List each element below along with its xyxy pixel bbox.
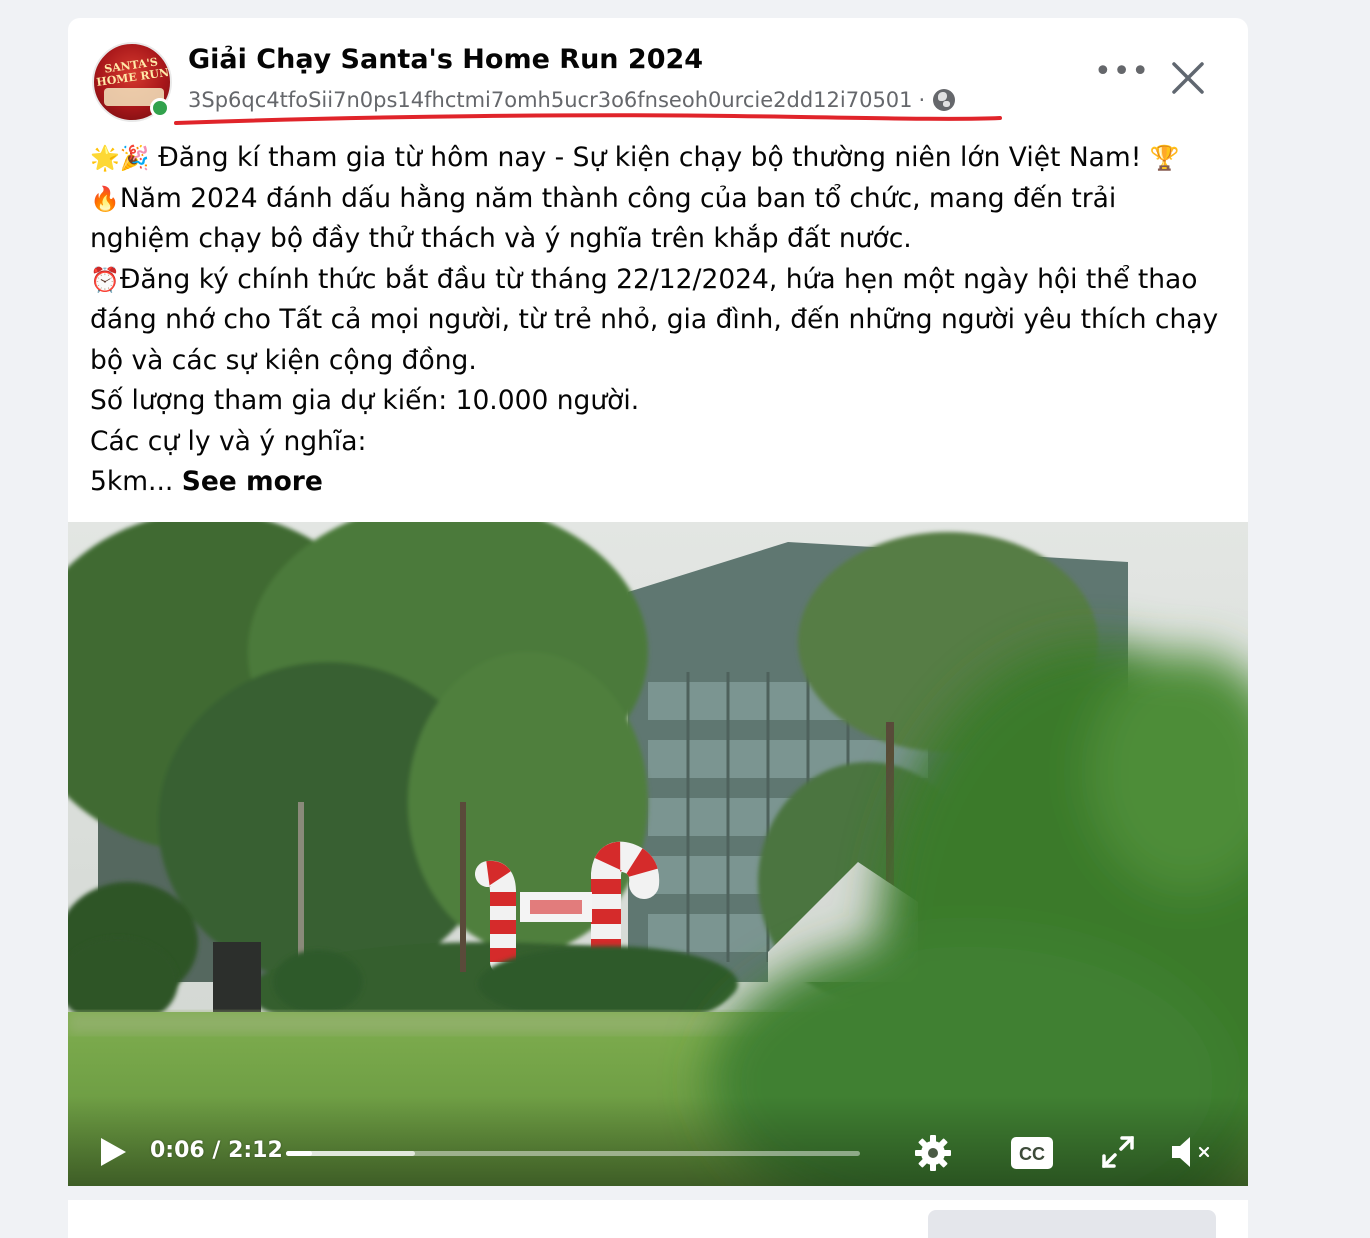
settings-icon[interactable] bbox=[914, 1134, 952, 1172]
alarm-emoji: ⏰ bbox=[90, 265, 120, 294]
cc-icon[interactable]: CC bbox=[1010, 1136, 1054, 1170]
post-header: SANTA'S HOME RUN Giải Chạy Santa's Home … bbox=[68, 18, 1248, 138]
party-emoji: 🎉 bbox=[119, 144, 150, 172]
video-player[interactable]: 0:06 / 2:12 CC bbox=[68, 522, 1248, 1186]
video-progress-fill bbox=[286, 1151, 313, 1156]
video-controls: 0:06 / 2:12 CC bbox=[68, 1096, 1248, 1186]
red-annotation-underline bbox=[174, 113, 1002, 125]
more-options-icon[interactable]: ••• bbox=[1094, 57, 1149, 98]
mute-icon[interactable] bbox=[1170, 1134, 1214, 1170]
post-card: SANTA'S HOME RUN Giải Chạy Santa's Home … bbox=[68, 18, 1248, 1186]
post-line: bộ và các sự kiện cộng đồng. bbox=[90, 344, 477, 376]
post-line: ⏰Đăng ký chính thức bắt đầu từ tháng 22/… bbox=[90, 263, 1198, 295]
video-frame bbox=[68, 522, 1248, 1186]
close-icon[interactable] bbox=[1166, 56, 1210, 100]
play-icon[interactable] bbox=[98, 1136, 128, 1168]
post-line: 5km... See more bbox=[90, 466, 323, 497]
see-more-link[interactable]: See more bbox=[182, 466, 323, 497]
video-time: 0:06 / 2:12 bbox=[150, 1138, 283, 1163]
action-button[interactable] bbox=[928, 1210, 1216, 1238]
online-status-dot bbox=[150, 98, 170, 118]
sparkle-emoji: 🌟 bbox=[90, 144, 120, 172]
post-body: 🌟🎉 Đăng kí tham gia từ hôm nay - Sự kiện… bbox=[90, 138, 1230, 503]
post-line: đáng nhớ cho Tất cả mọi người, từ trẻ nh… bbox=[90, 304, 1219, 335]
cc-label: CC bbox=[1019, 1144, 1045, 1164]
fullscreen-icon[interactable] bbox=[1100, 1134, 1136, 1170]
fire-emoji: 🔥 bbox=[90, 184, 120, 213]
post-line: Số lượng tham gia dự kiến: 10.000 người. bbox=[90, 385, 640, 416]
post-line: nghiệm chạy bộ đầy thử thách và ý nghĩa … bbox=[90, 223, 912, 254]
meta-separator: · bbox=[918, 88, 926, 112]
page-name-link[interactable]: Giải Chạy Santa's Home Run 2024 bbox=[188, 44, 703, 75]
page-id-link[interactable]: 3Sp6qc4tfoSii7n0ps14fhctmi7omh5ucr3o6fns… bbox=[188, 88, 913, 112]
post-line: 🌟🎉 Đăng kí tham gia từ hôm nay - Sự kiện… bbox=[90, 142, 1180, 173]
avatar-logo-text: SANTA'S HOME RUN bbox=[95, 55, 170, 89]
video-progress-bar[interactable] bbox=[286, 1151, 860, 1156]
post-meta: 3Sp6qc4tfoSii7n0ps14fhctmi7omh5ucr3o6fns… bbox=[188, 88, 956, 112]
post-action-bar bbox=[68, 1200, 1248, 1238]
trophy-emoji: 🏆 bbox=[1149, 144, 1180, 172]
post-line: 🔥Năm 2024 đánh dấu hằng năm thành công c… bbox=[90, 182, 1117, 214]
globe-icon[interactable] bbox=[933, 89, 956, 111]
post-line: Các cự ly và ý nghĩa: bbox=[90, 425, 367, 457]
